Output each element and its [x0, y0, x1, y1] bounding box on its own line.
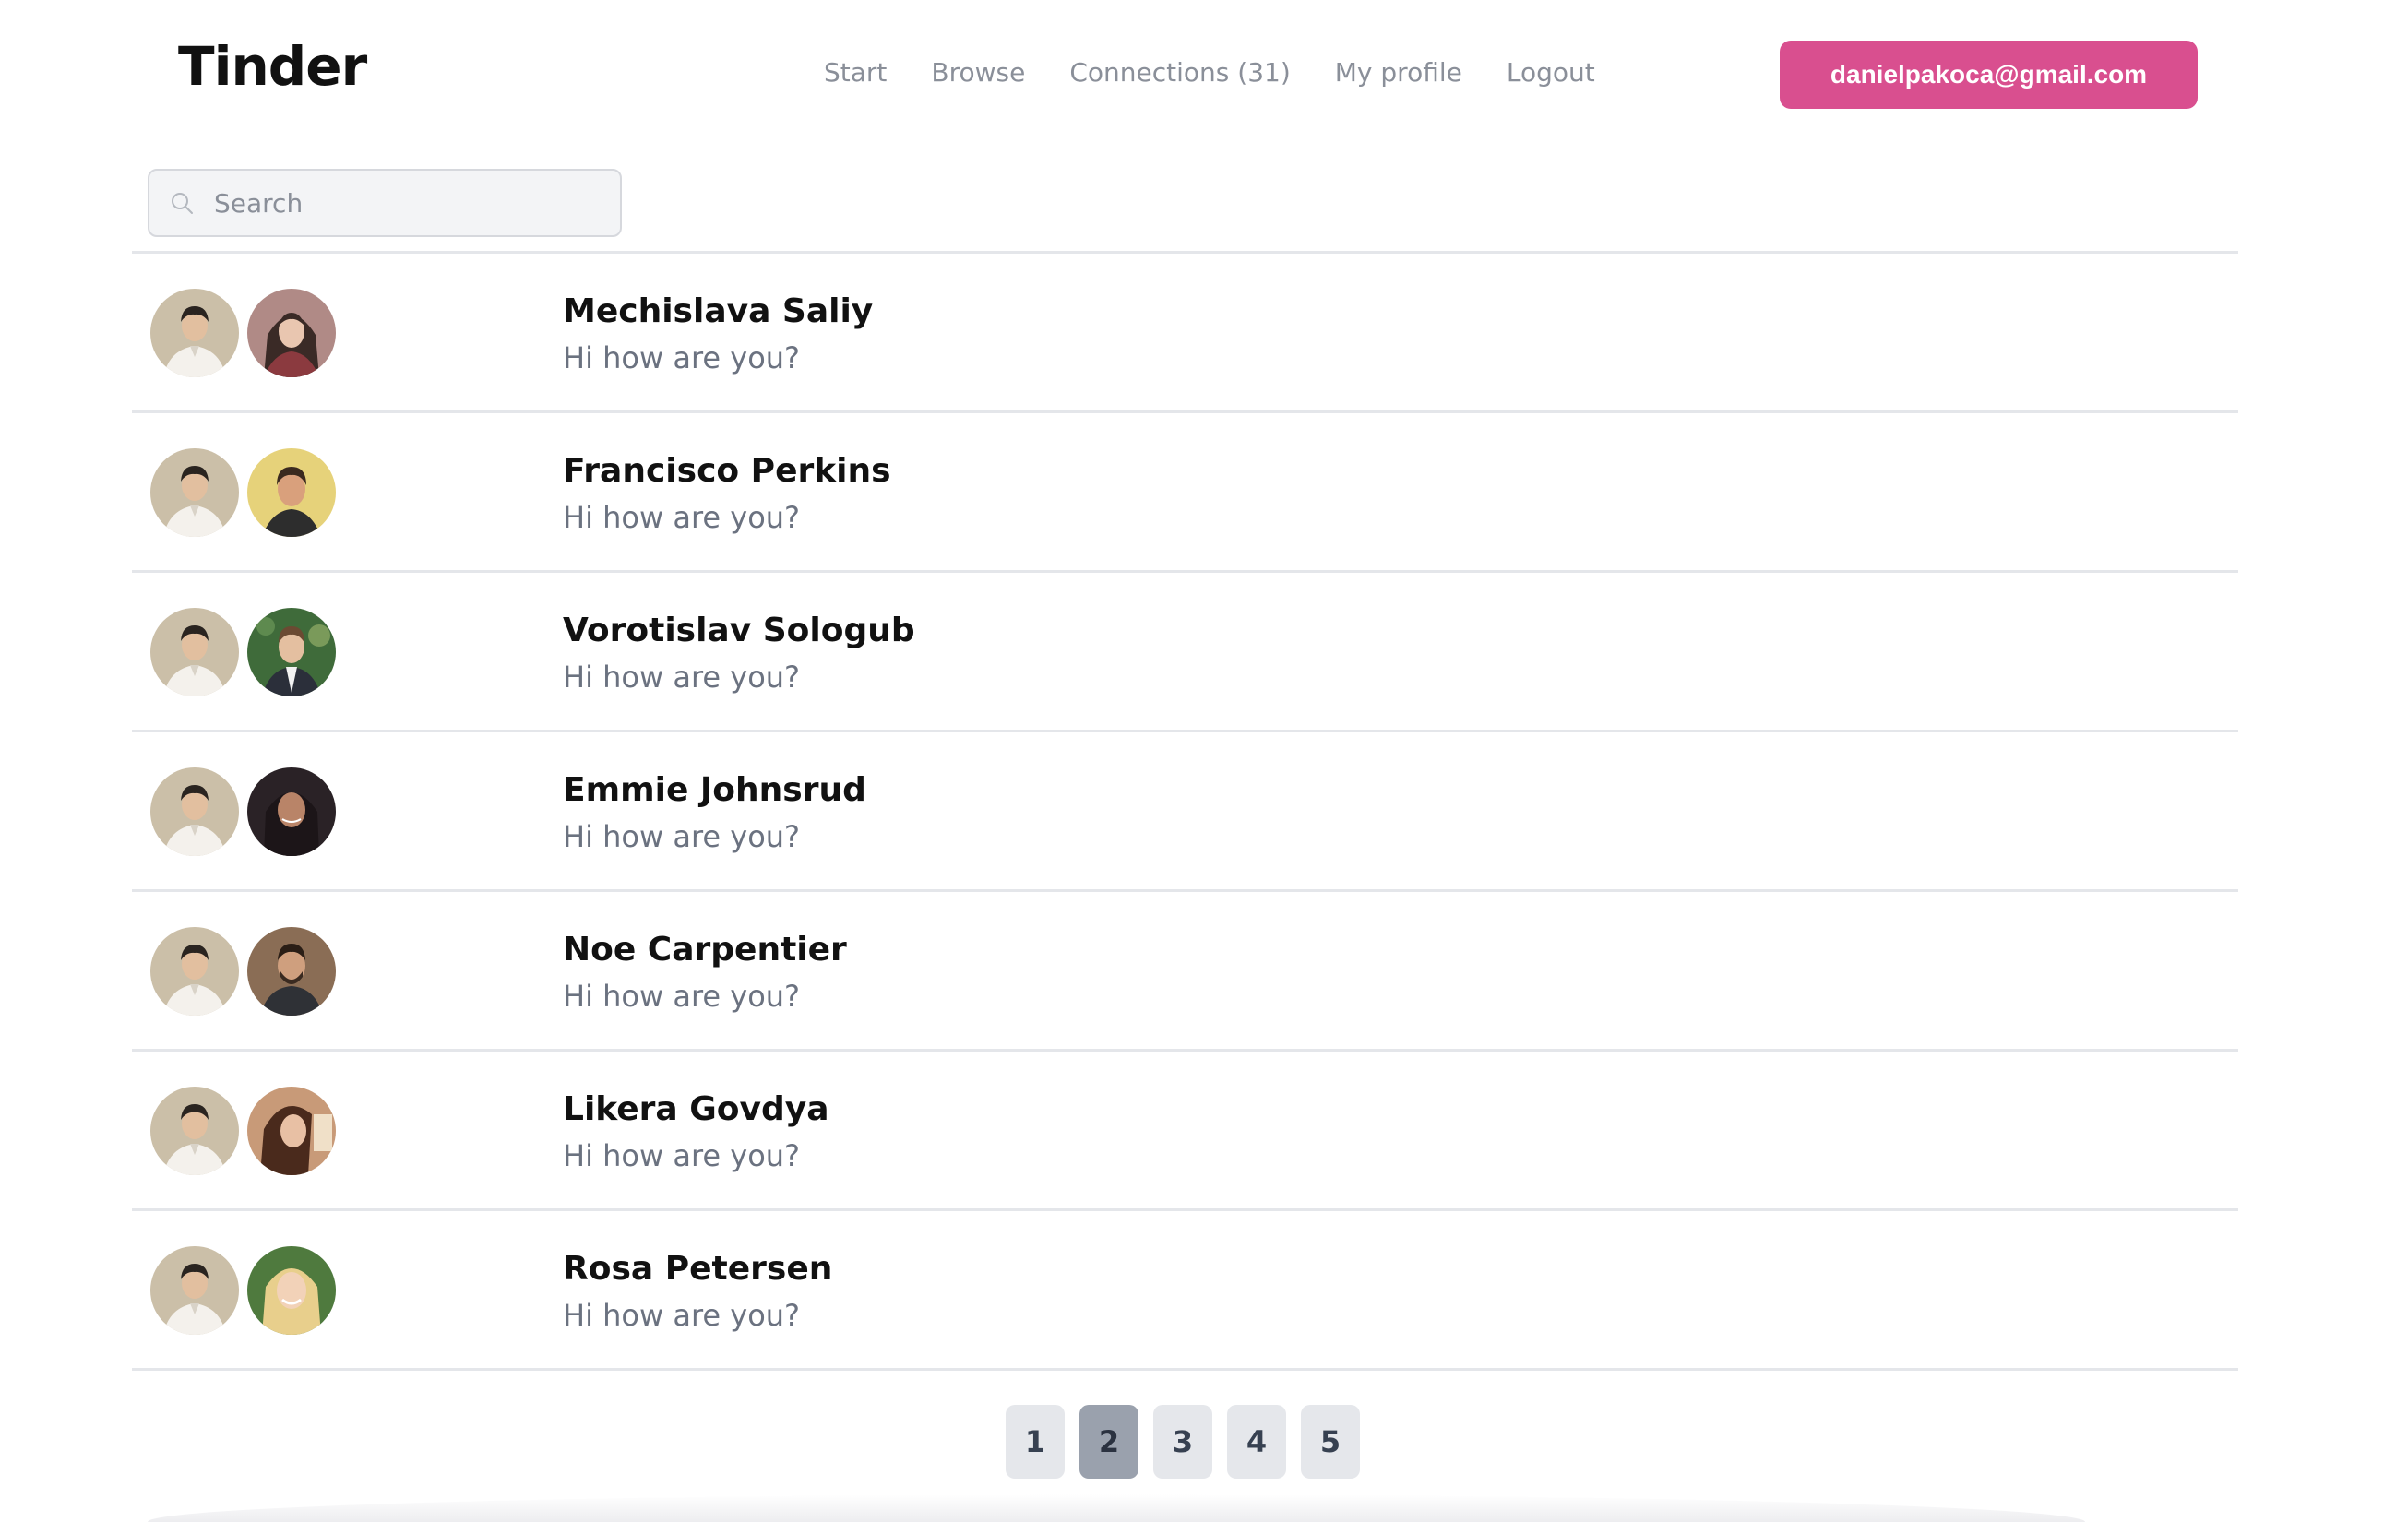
connection-name: Vorotislav Sologub — [563, 612, 915, 649]
connection-row[interactable]: Emmie Johnsrud Hi how are you? — [132, 732, 2238, 892]
app-logo[interactable]: Tinder — [178, 35, 367, 98]
my-avatar — [150, 1087, 239, 1175]
my-avatar — [150, 608, 239, 696]
my-avatar — [150, 1246, 239, 1335]
my-avatar — [150, 289, 239, 377]
page-button-3[interactable]: 3 — [1153, 1405, 1212, 1479]
connection-row[interactable]: Likera Govdya Hi how are you? — [132, 1052, 2238, 1211]
pagination: 1 2 3 4 5 — [1006, 1405, 1360, 1479]
my-avatar — [150, 767, 239, 856]
match-avatar — [247, 927, 336, 1016]
my-avatar — [150, 448, 239, 537]
nav-start-link[interactable]: Start — [824, 57, 887, 88]
match-avatar — [247, 1087, 336, 1175]
last-message: Hi how are you? — [563, 1138, 801, 1173]
nav-logout-link[interactable]: Logout — [1507, 57, 1595, 88]
connection-row[interactable]: Mechislava Saliy Hi how are you? — [132, 254, 2238, 413]
page-button-2-current[interactable]: 2 — [1079, 1405, 1138, 1479]
last-message: Hi how are you? — [563, 819, 801, 854]
nav-connections-link[interactable]: Connections (31) — [1069, 57, 1290, 88]
connection-name: Noe Carpentier — [563, 931, 847, 969]
search-box[interactable] — [148, 169, 622, 237]
connection-name: Emmie Johnsrud — [563, 771, 866, 809]
last-message: Hi how are you? — [563, 660, 801, 695]
nav-browse-link[interactable]: Browse — [931, 57, 1025, 88]
connection-name: Rosa Petersen — [563, 1250, 833, 1288]
page-button-5[interactable]: 5 — [1301, 1405, 1360, 1479]
page-button-1[interactable]: 1 — [1006, 1405, 1065, 1479]
account-email-button[interactable]: danielpakoca@gmail.com — [1780, 41, 2198, 109]
connection-name: Mechislava Saliy — [563, 292, 874, 330]
bottom-shadow — [148, 1494, 2085, 1522]
last-message: Hi how are you? — [563, 340, 801, 375]
search-input[interactable] — [212, 186, 603, 220]
match-avatar — [247, 289, 336, 377]
page-button-4[interactable]: 4 — [1227, 1405, 1286, 1479]
match-avatar — [247, 1246, 336, 1335]
connection-name: Francisco Perkins — [563, 452, 891, 490]
top-header: Tinder Start Browse Connections (31) My … — [0, 0, 2408, 148]
connection-row[interactable]: Rosa Petersen Hi how are you? — [132, 1211, 2238, 1371]
connections-list: Mechislava Saliy Hi how are you? Francis… — [132, 251, 2238, 1371]
nav-my-profile-link[interactable]: My profile — [1335, 57, 1462, 88]
connection-row[interactable]: Vorotislav Sologub Hi how are you? — [132, 573, 2238, 732]
search-icon — [170, 191, 201, 215]
my-avatar — [150, 927, 239, 1016]
last-message: Hi how are you? — [563, 979, 801, 1014]
match-avatar — [247, 608, 336, 696]
main-nav: Start Browse Connections (31) My profile… — [824, 57, 1595, 88]
last-message: Hi how are you? — [563, 1298, 801, 1333]
connection-row[interactable]: Noe Carpentier Hi how are you? — [132, 892, 2238, 1052]
last-message: Hi how are you? — [563, 500, 801, 535]
connection-name: Likera Govdya — [563, 1090, 829, 1128]
connection-row[interactable]: Francisco Perkins Hi how are you? — [132, 413, 2238, 573]
match-avatar — [247, 767, 336, 856]
match-avatar — [247, 448, 336, 537]
